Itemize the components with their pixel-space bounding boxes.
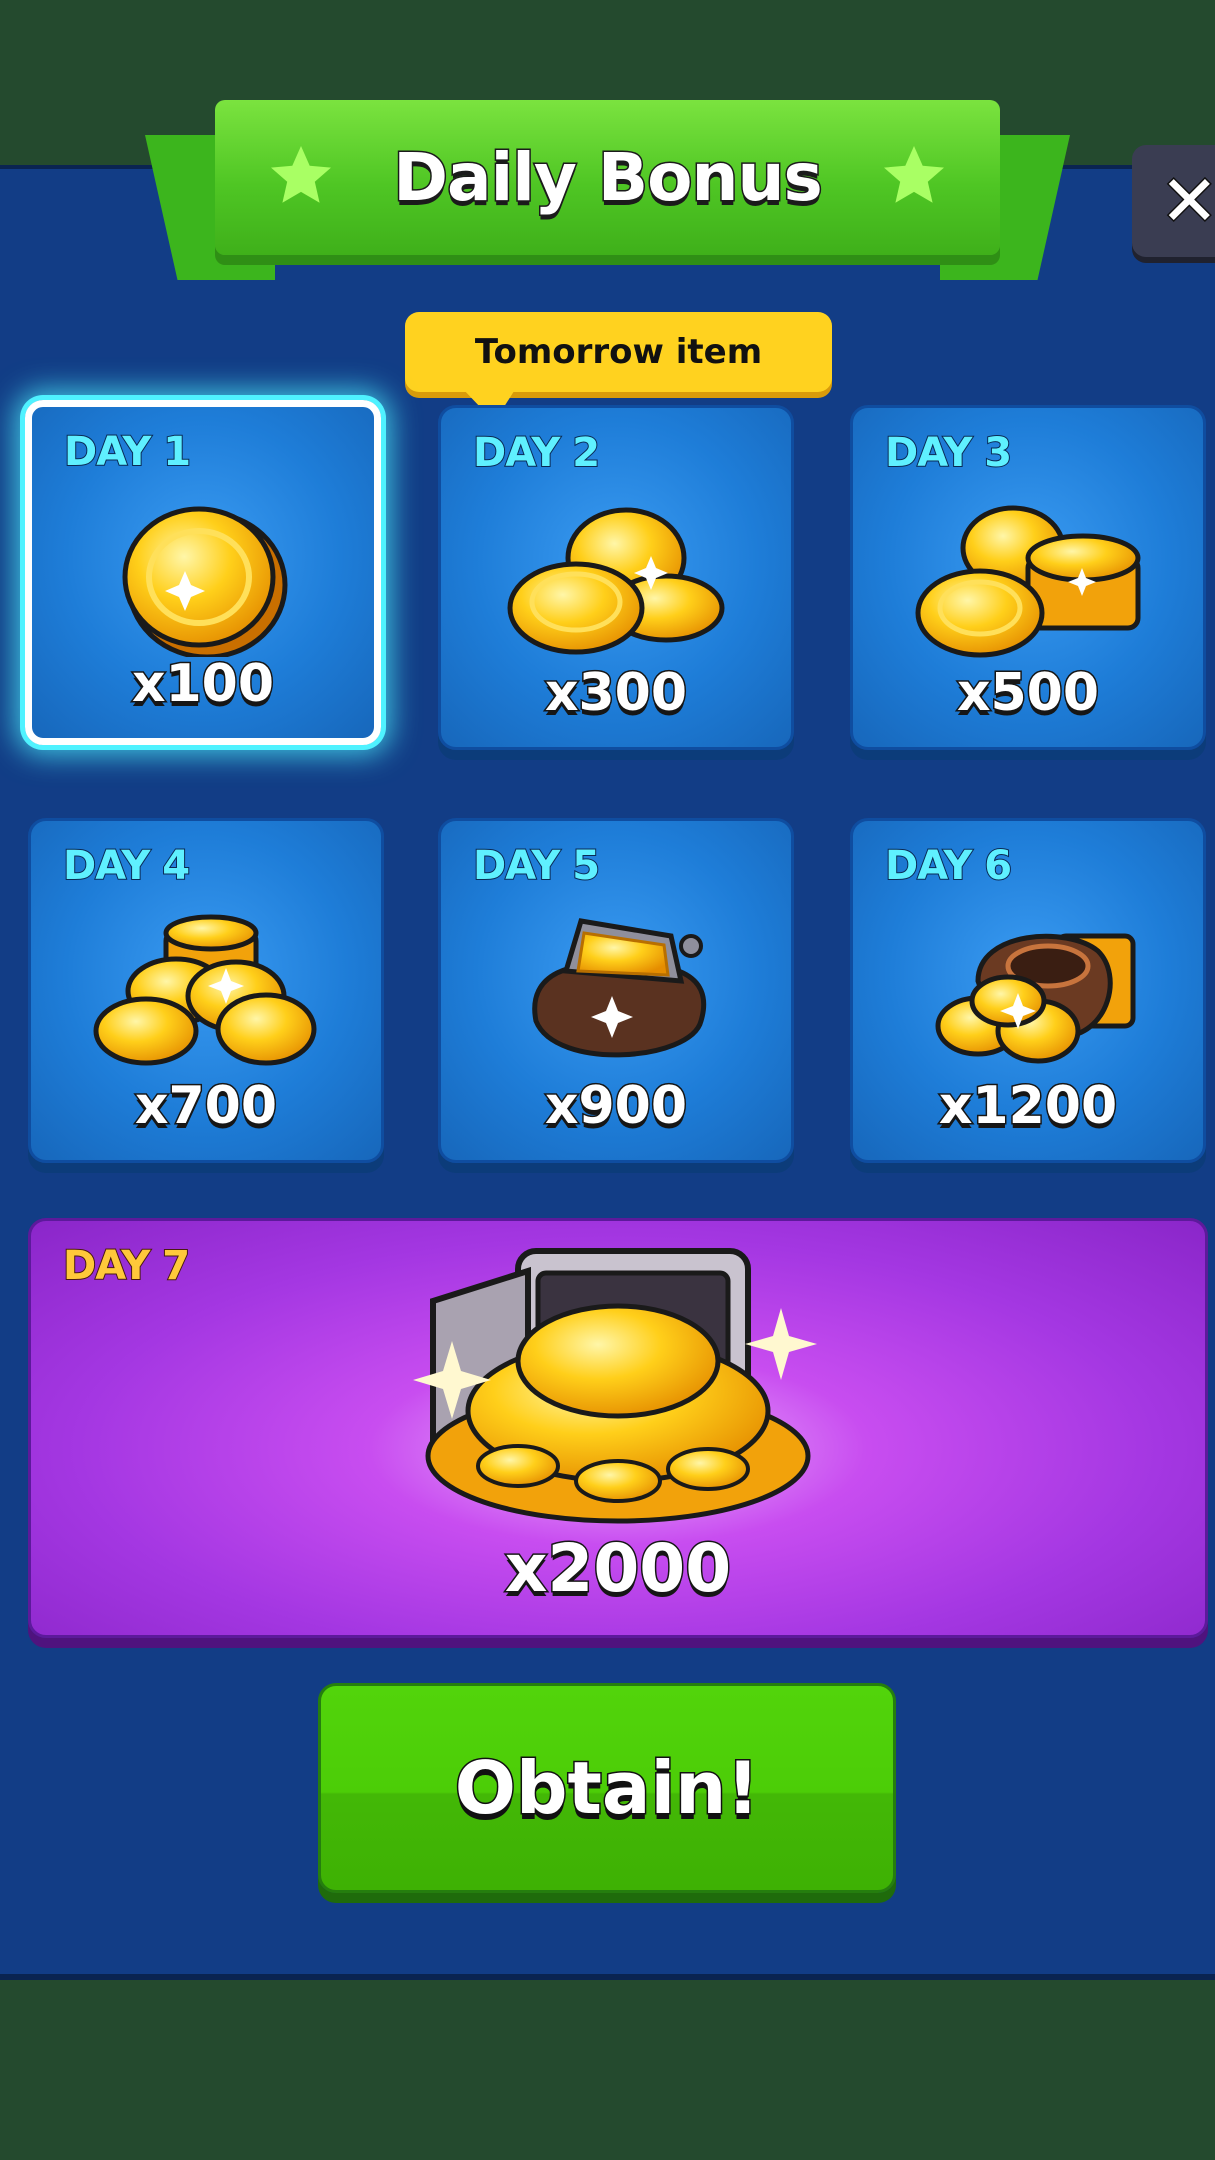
day-label: DAY 6: [884, 842, 1013, 890]
coin-sack-icon: [935, 933, 1136, 1064]
star-icon: [271, 146, 331, 203]
day-card-2[interactable]: DAY 2 x300: [438, 405, 794, 750]
reward-amount: x900: [543, 1075, 688, 1138]
coin-pile-icon: [93, 914, 317, 1066]
background-strip: [0, 1980, 1215, 2160]
coin-vault-icon: [413, 1248, 817, 1524]
reward-amount: x300: [543, 662, 688, 725]
day-card-3[interactable]: DAY 3 x500: [850, 405, 1206, 750]
star-icon: [884, 146, 944, 203]
day-card-1[interactable]: DAY 1 x100: [25, 400, 381, 745]
reward-amount: x700: [133, 1075, 278, 1138]
coin-purse-icon: [532, 918, 707, 1058]
day-label: DAY 5: [472, 842, 601, 890]
day-card-4[interactable]: DAY 4 x700: [28, 818, 384, 1163]
title-banner: Daily Bonus: [215, 100, 1000, 255]
page-title: Daily Bonus: [392, 138, 824, 218]
coin-pair-icon: [507, 507, 725, 655]
single-coin-icon: [122, 506, 288, 657]
coin-stack-icon: [915, 505, 1141, 658]
day-label: DAY 2: [472, 429, 601, 477]
reward-amount: x1200: [937, 1075, 1118, 1138]
obtain-label: Obtain!: [453, 1745, 761, 1832]
day-card-6[interactable]: DAY 6 x1200: [850, 818, 1206, 1163]
obtain-button[interactable]: Obtain!: [318, 1683, 896, 1893]
close-button[interactable]: ✕: [1132, 145, 1215, 257]
day-label: DAY 4: [62, 842, 191, 890]
reward-amount: x100: [130, 653, 275, 716]
reward-amount: x2000: [503, 1529, 732, 1609]
reward-amount: x500: [955, 662, 1100, 725]
tomorrow-tooltip: Tomorrow item: [405, 312, 832, 392]
close-icon: ✕: [1159, 160, 1215, 242]
day-card-5[interactable]: DAY 5 x900: [438, 818, 794, 1163]
day-label: DAY 3: [884, 429, 1013, 477]
day-card-7[interactable]: DAY 7 x2000: [28, 1218, 1208, 1638]
day-label: DAY 1: [63, 428, 192, 476]
day-label: DAY 7: [62, 1242, 191, 1290]
